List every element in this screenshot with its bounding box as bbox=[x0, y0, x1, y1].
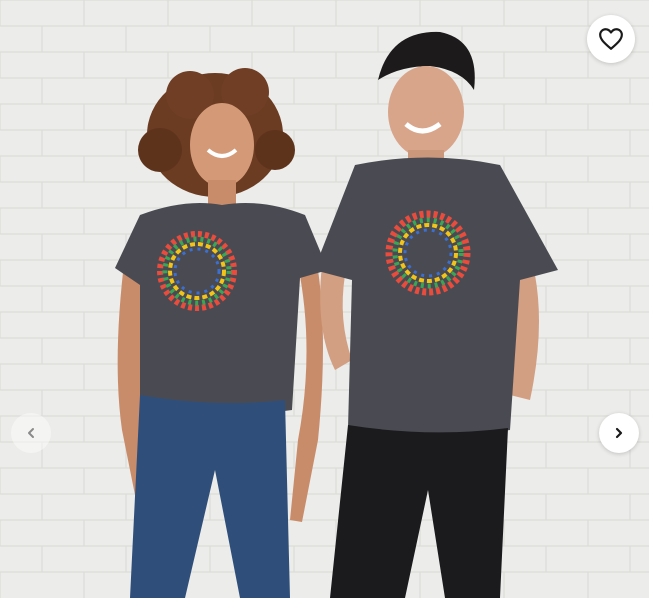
next-image-button[interactable] bbox=[599, 413, 639, 453]
woman-model bbox=[115, 68, 328, 598]
previous-image-button[interactable] bbox=[11, 413, 51, 453]
product-image-gallery bbox=[0, 0, 649, 598]
favorite-button[interactable] bbox=[587, 15, 635, 63]
chevron-left-icon bbox=[28, 428, 34, 438]
chevron-right-icon bbox=[615, 427, 623, 439]
man-pants bbox=[330, 425, 508, 598]
product-photo bbox=[115, 31, 558, 598]
man-model bbox=[314, 31, 558, 598]
woman-tshirt bbox=[115, 202, 328, 414]
woman-jeans bbox=[130, 395, 290, 598]
heart-outline-icon bbox=[599, 28, 623, 50]
